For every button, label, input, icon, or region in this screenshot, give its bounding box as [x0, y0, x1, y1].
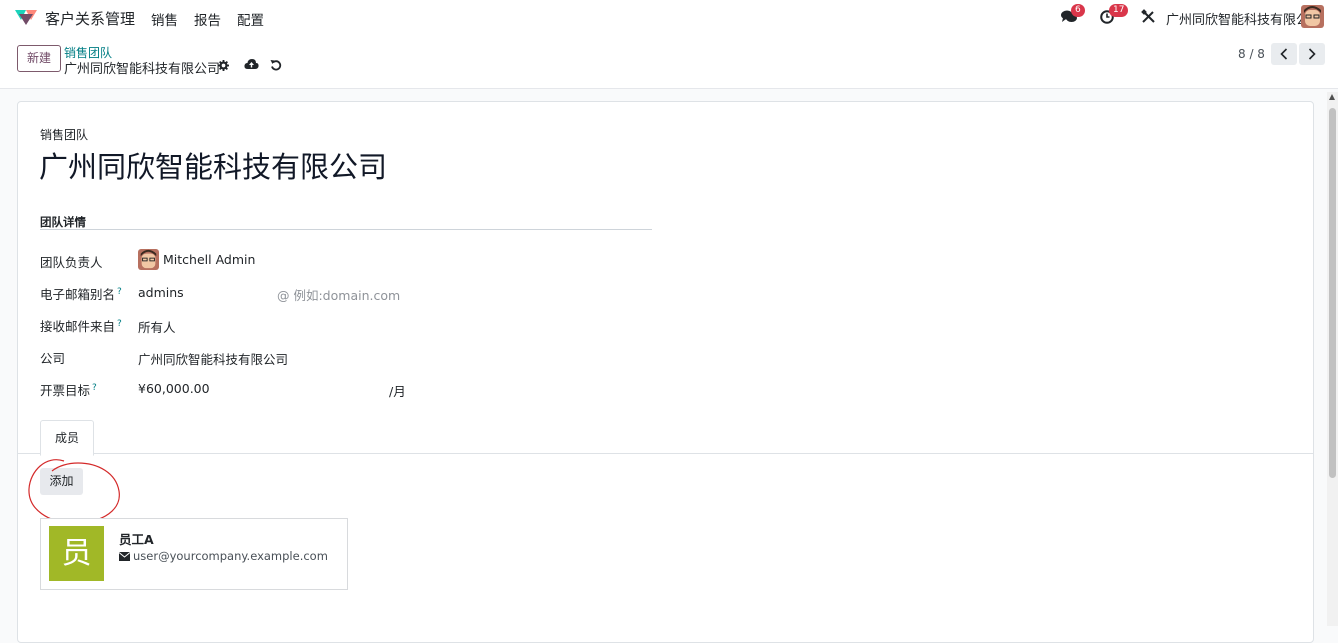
- member-card[interactable]: 员 员工A user@yourcompany.example.com: [40, 518, 348, 590]
- leader-avatar: [138, 249, 159, 270]
- app-logo-icon[interactable]: [15, 8, 37, 26]
- tab-members[interactable]: 成员: [40, 420, 94, 456]
- member-email-text: user@yourcompany.example.com: [133, 549, 328, 563]
- group-title: 团队详情: [40, 215, 86, 229]
- target-input[interactable]: ¥60,000.00: [138, 381, 210, 396]
- alias-label-text: 电子邮箱别名: [40, 287, 116, 302]
- target-unit: /月: [389, 384, 406, 399]
- tools-icon[interactable]: [1141, 9, 1156, 24]
- pager-value[interactable]: 8 / 8: [1238, 47, 1265, 61]
- pager-previous-button[interactable]: [1271, 43, 1297, 65]
- help-tooltip-icon[interactable]: ?: [92, 383, 97, 393]
- company-value[interactable]: 广州同欣智能科技有限公司: [138, 349, 288, 368]
- company-switcher[interactable]: 广州同欣智能科技有限公司: [1166, 9, 1322, 28]
- member-email: user@yourcompany.example.com: [118, 549, 328, 563]
- tab-divider: [18, 453, 1313, 454]
- scroll-up-icon[interactable]: [1329, 94, 1335, 100]
- company-label: 公司: [40, 351, 66, 366]
- record-title[interactable]: 广州同欣智能科技有限公司: [39, 144, 387, 186]
- leader-label: 团队负责人: [40, 255, 103, 270]
- alias-domain-placeholder[interactable]: @ 例如:domain.com: [277, 285, 400, 304]
- chevron-right-icon: [1308, 48, 1316, 60]
- menu-config[interactable]: 配置: [237, 9, 264, 29]
- accept-label-text: 接收邮件来自: [40, 319, 116, 334]
- target-label-text: 开票目标: [40, 383, 91, 398]
- gear-icon[interactable]: [218, 60, 229, 71]
- alias-input[interactable]: admins: [138, 285, 184, 300]
- record-type-label: 销售团队: [40, 128, 89, 142]
- user-avatar[interactable]: [1301, 5, 1324, 28]
- undo-icon[interactable]: [270, 59, 282, 71]
- envelope-icon: [118, 552, 131, 561]
- app-name[interactable]: 客户关系管理: [45, 8, 135, 29]
- breadcrumb-current: 广州同欣智能科技有限公司: [64, 62, 221, 77]
- accept-label: 接收邮件来自?: [40, 316, 122, 335]
- menu-sales[interactable]: 销售: [151, 9, 178, 29]
- help-tooltip-icon[interactable]: ?: [117, 287, 122, 297]
- activities-badge: 17: [1109, 4, 1129, 17]
- messages-badge: 6: [1071, 4, 1085, 17]
- pager-next-button[interactable]: [1299, 43, 1325, 65]
- top-navbar: 客户关系管理 销售 报告 配置 6 17 广州同欣智能科技有限公司: [0, 0, 1338, 34]
- scroll-thumb[interactable]: [1329, 108, 1336, 478]
- member-name: 员工A: [119, 532, 154, 547]
- leader-value[interactable]: Mitchell Admin: [163, 252, 255, 267]
- target-label: 开票目标?: [40, 380, 97, 399]
- chevron-left-icon: [1280, 48, 1288, 60]
- alias-label: 电子邮箱别名?: [40, 284, 122, 303]
- accept-select[interactable]: 所有人: [138, 317, 176, 336]
- control-panel: 新建 销售团队 广州同欣智能科技有限公司 8 / 8: [0, 34, 1338, 89]
- member-avatar: 员: [49, 526, 104, 581]
- menu-reports[interactable]: 报告: [194, 9, 221, 29]
- group-divider: [40, 229, 652, 230]
- new-button[interactable]: 新建: [17, 45, 61, 72]
- form-sheet: 销售团队 广州同欣智能科技有限公司 团队详情 团队负责人 Mitchell Ad…: [17, 101, 1314, 643]
- help-tooltip-icon[interactable]: ?: [117, 319, 122, 329]
- page-scrollbar[interactable]: [1327, 92, 1338, 626]
- cloud-upload-icon[interactable]: [244, 58, 259, 70]
